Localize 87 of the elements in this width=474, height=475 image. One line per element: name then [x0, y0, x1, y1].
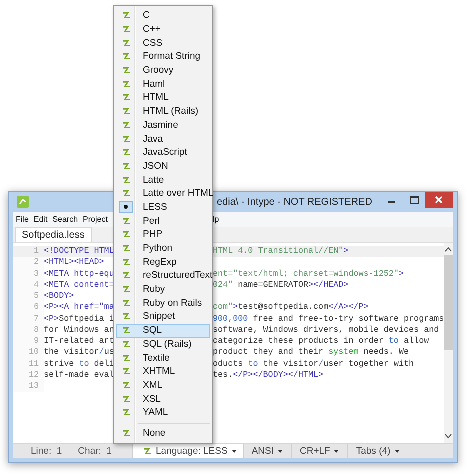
- code-text: <!DOCTYPE HTML: [44, 246, 114, 256]
- menu-item[interactable]: File: [16, 215, 29, 224]
- code-text: <HTML><HEAD>: [44, 257, 104, 268]
- caret-icon: [394, 450, 400, 452]
- language-option[interactable]: C++: [116, 22, 210, 36]
- language-option[interactable]: Jasmine: [116, 118, 210, 132]
- language-option[interactable]: SQL: [116, 324, 210, 338]
- line-number: 2: [13, 257, 44, 268]
- code-text: <META content=: [44, 280, 114, 290]
- menu-item[interactable]: Project: [83, 215, 108, 224]
- caret-icon: [232, 450, 237, 452]
- code-text: oducts to the visitor/user together with: [213, 358, 414, 370]
- language-option[interactable]: LESS: [116, 200, 210, 214]
- code-text: 900,000 free and free-to-try software programs: [213, 314, 444, 325]
- code-text: <BODY>: [44, 291, 74, 301]
- language-option[interactable]: C: [116, 9, 210, 23]
- line-number: 11: [13, 358, 44, 370]
- language-option[interactable]: XML: [116, 378, 210, 392]
- language-option[interactable]: Textile: [116, 351, 210, 365]
- close-icon: [435, 196, 443, 204]
- code-text: strive to deli: [44, 358, 114, 368]
- language-option[interactable]: PHP: [116, 228, 210, 242]
- language-option[interactable]: RegExp: [116, 255, 210, 270]
- line-number: 10: [13, 347, 44, 358]
- code-text: categorize these products in order to allow: [213, 336, 430, 348]
- line-number: 9: [13, 336, 44, 348]
- menu-item[interactable]: Search: [52, 215, 78, 224]
- language-option[interactable]: Perl: [116, 214, 210, 228]
- language-option[interactable]: Python: [116, 242, 210, 256]
- language-option[interactable]: Haml: [116, 77, 210, 92]
- code-text: <META http-equ: [44, 268, 114, 278]
- line-number: 7: [13, 314, 44, 325]
- language-option[interactable]: Latte: [116, 173, 210, 187]
- menu-item[interactable]: lp: [212, 215, 220, 224]
- language-option[interactable]: YAML: [116, 406, 210, 420]
- line-number: 13: [13, 381, 44, 392]
- status-dropdown[interactable]: CR+LF: [291, 444, 348, 458]
- code-text: com">test@softpedia.com</A></P>: [213, 302, 369, 314]
- language-option[interactable]: JSON: [116, 160, 210, 174]
- language-option[interactable]: HTML (Rails): [116, 104, 210, 118]
- caret-icon: [278, 450, 283, 452]
- scroll-thumb[interactable]: [444, 255, 454, 350]
- language-option[interactable]: Groovy: [116, 64, 210, 78]
- language-option[interactable]: Snippet: [116, 310, 210, 324]
- maximize-icon: [410, 196, 418, 204]
- status-dropdown[interactable]: Tabs (4): [347, 444, 408, 458]
- language-option[interactable]: CSS: [116, 36, 210, 50]
- language-option[interactable]: JavaScript: [116, 146, 210, 160]
- code-text: software, Windows drivers, mobile devices and: [213, 324, 440, 336]
- line-number: 5: [13, 291, 44, 302]
- code-text: self-made eval: [44, 370, 114, 380]
- line-number: 8: [13, 324, 44, 336]
- status-dropdown[interactable]: ANSI: [242, 444, 291, 458]
- code-text: IT-related art: [44, 336, 114, 346]
- app-icon: [17, 196, 29, 208]
- line-number: 12: [13, 370, 44, 381]
- language-option[interactable]: XSL: [116, 392, 210, 406]
- language-option[interactable]: Format String: [116, 50, 210, 64]
- code-text: <P><A href="ma: [44, 302, 114, 312]
- menu-item[interactable]: Edit: [34, 215, 48, 224]
- code-text: ent="text/html; charset=windows-1252">: [213, 268, 404, 280]
- vertical-scrollbar[interactable]: [444, 243, 454, 443]
- scroll-down-icon[interactable]: [445, 434, 452, 439]
- language-option[interactable]: HTML: [116, 91, 210, 105]
- line-number: 6: [13, 302, 44, 314]
- language-option[interactable]: Ruby on Rails: [116, 296, 210, 310]
- status-text: Line: 1: [31, 446, 62, 456]
- close-button[interactable]: [425, 192, 453, 208]
- language-option[interactable]: Ruby: [116, 282, 210, 296]
- code-text: 024" name=GENERATOR></HEAD>: [213, 280, 349, 291]
- caret-icon: [334, 450, 340, 452]
- line-number: 4: [13, 280, 44, 291]
- line-number: 3: [13, 268, 44, 280]
- language-option[interactable]: reStructuredText: [116, 269, 210, 283]
- window-title: edia\ - Intype - NOT REGISTERED: [217, 196, 372, 208]
- code-text: HTML 4.0 Transitional//EN">: [213, 246, 349, 258]
- zigzag-icon: [122, 430, 130, 437]
- code-text: product they and their system needs. We: [213, 347, 410, 358]
- status-text: Char: 1: [78, 446, 112, 456]
- language-option[interactable]: Java: [116, 132, 210, 146]
- scroll-up-icon[interactable]: [445, 247, 452, 252]
- language-option[interactable]: XHTML: [116, 364, 210, 379]
- language-option[interactable]: None: [116, 426, 210, 440]
- status-dropdown[interactable]: Language: LESS: [132, 444, 243, 458]
- language-option[interactable]: SQL (Rails): [116, 338, 210, 352]
- code-text: tes.</P></BODY></HTML>: [213, 370, 324, 381]
- file-tab[interactable]: Softpedia.less: [15, 227, 92, 242]
